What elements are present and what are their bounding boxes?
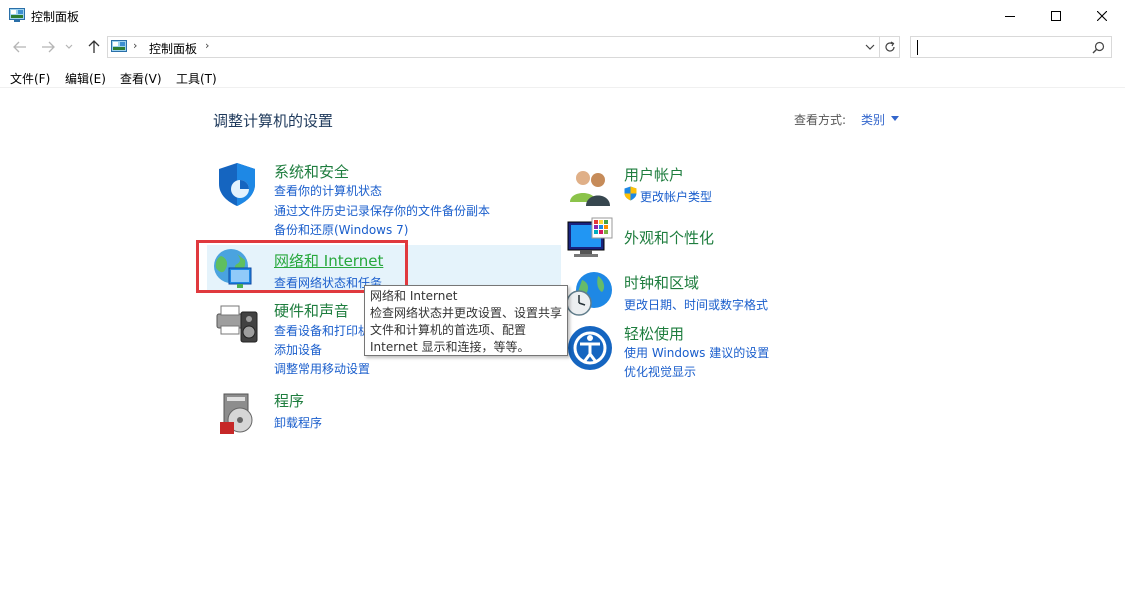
uac-shield-icon <box>624 186 637 201</box>
tooltip-line: Internet 显示和连接，等等。 <box>370 340 530 354</box>
link-change-account-type[interactable]: 更改帐户类型 <box>640 188 712 205</box>
shield-icon[interactable] <box>213 160 261 208</box>
recent-locations-button[interactable] <box>64 39 74 55</box>
menu-tools[interactable]: 工具(T) <box>176 70 217 87</box>
link-view-computer-status[interactable]: 查看你的计算机状态 <box>274 182 382 199</box>
link-devices-printers[interactable]: 查看设备和打印机 <box>274 322 370 339</box>
window-title: 控制面板 <box>31 10 80 24</box>
minimize-button[interactable] <box>987 0 1033 31</box>
menu-edit[interactable]: 编辑(E) <box>65 70 106 87</box>
breadcrumb-control-panel[interactable]: 控制面板 <box>149 40 197 57</box>
printer-speaker-icon[interactable] <box>213 298 261 346</box>
minimize-icon <box>1005 15 1015 17</box>
link-backup-restore[interactable]: 备份和还原(Windows 7) <box>274 221 408 238</box>
tooltip: 网络和 Internet 检查网络状态并更改设置、设置共享 文件和计算机的首选项… <box>364 285 568 356</box>
refresh-button[interactable] <box>880 36 900 58</box>
up-button[interactable] <box>86 39 102 55</box>
tooltip-line: 网络和 Internet <box>370 289 458 303</box>
breadcrumb-separator-icon[interactable]: › <box>205 39 209 52</box>
refresh-icon <box>884 41 895 52</box>
monitor-palette-icon[interactable] <box>566 216 614 264</box>
category-programs[interactable]: 程序 <box>274 390 304 411</box>
menu-view[interactable]: 查看(V) <box>120 70 162 87</box>
forward-button[interactable] <box>40 39 56 55</box>
view-by-label: 查看方式: <box>794 113 847 127</box>
category-ease-of-access[interactable]: 轻松使用 <box>624 323 684 344</box>
link-windows-suggested-settings[interactable]: 使用 Windows 建议的设置 <box>624 344 769 361</box>
menu-file[interactable]: 文件(F) <box>10 70 50 87</box>
maximize-button[interactable] <box>1033 0 1079 31</box>
text-caret <box>917 40 918 55</box>
link-optimize-visual-display[interactable]: 优化视觉显示 <box>624 363 696 380</box>
users-icon[interactable] <box>566 164 614 212</box>
forward-arrow-icon <box>42 41 55 53</box>
link-file-history-backup[interactable]: 通过文件历史记录保存你的文件备份副本 <box>274 202 490 219</box>
chevron-down-icon[interactable] <box>865 41 875 53</box>
back-arrow-icon <box>13 41 26 53</box>
close-button[interactable] <box>1079 0 1125 31</box>
control-panel-icon <box>111 40 127 52</box>
tooltip-line: 文件和计算机的首选项、配置 <box>370 323 527 337</box>
up-arrow-icon <box>88 40 100 53</box>
category-clock-region[interactable]: 时钟和区域 <box>624 272 699 293</box>
ease-of-access-icon[interactable] <box>566 324 614 372</box>
category-system-security[interactable]: 系统和安全 <box>274 161 349 182</box>
menu-bar: 文件(F) 编辑(E) 查看(V) 工具(T) <box>0 66 1125 88</box>
breadcrumb-separator-icon[interactable]: › <box>133 39 137 52</box>
title-bar: 控制面板 <box>0 0 1125 31</box>
category-user-accounts[interactable]: 用户帐户 <box>624 164 684 185</box>
caret-down-icon[interactable] <box>891 116 899 121</box>
category-hardware-sound[interactable]: 硬件和声音 <box>274 300 349 321</box>
link-change-date-time-format[interactable]: 更改日期、时间或数字格式 <box>624 296 768 313</box>
control-panel-icon <box>9 8 25 22</box>
chevron-down-icon <box>65 44 73 49</box>
search-input[interactable] <box>910 36 1112 58</box>
search-icon[interactable] <box>1092 41 1105 54</box>
back-button[interactable] <box>12 39 28 55</box>
clock-globe-icon[interactable] <box>566 270 614 318</box>
page-title: 调整计算机的设置 <box>213 112 334 130</box>
link-uninstall-program[interactable]: 卸载程序 <box>274 414 322 431</box>
view-by-dropdown[interactable]: 类别 <box>861 111 885 128</box>
programs-disc-icon[interactable] <box>216 390 264 438</box>
tooltip-line: 检查网络状态并更改设置、设置共享 <box>370 306 563 320</box>
close-icon <box>1097 10 1107 21</box>
link-add-device[interactable]: 添加设备 <box>274 341 322 358</box>
maximize-icon <box>1051 10 1061 21</box>
address-bar[interactable]: › 控制面板 › <box>107 36 880 58</box>
category-appearance-personalization[interactable]: 外观和个性化 <box>624 227 714 248</box>
link-mobility-settings[interactable]: 调整常用移动设置 <box>274 360 370 377</box>
